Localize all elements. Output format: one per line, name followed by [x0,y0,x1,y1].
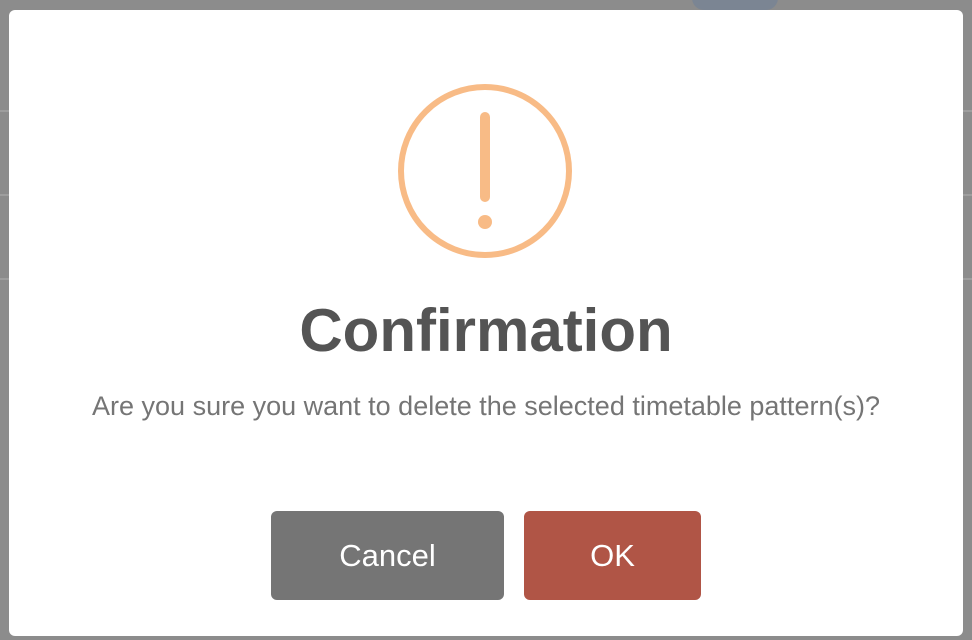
background-divider [962,110,972,112]
background-avatar-pill [692,0,778,10]
dialog-actions: Cancel OK [271,511,701,600]
background-divider [962,278,972,280]
cancel-button[interactable]: Cancel [271,511,504,600]
dialog-title: Confirmation [299,297,673,364]
dialog-message: Are you sure you want to delete the sele… [92,391,880,421]
background-divider [962,194,972,196]
exclamation-warning-icon [398,84,572,258]
ok-button[interactable]: OK [524,511,701,600]
confirmation-dialog: Confirmation Are you sure you want to de… [9,10,963,636]
